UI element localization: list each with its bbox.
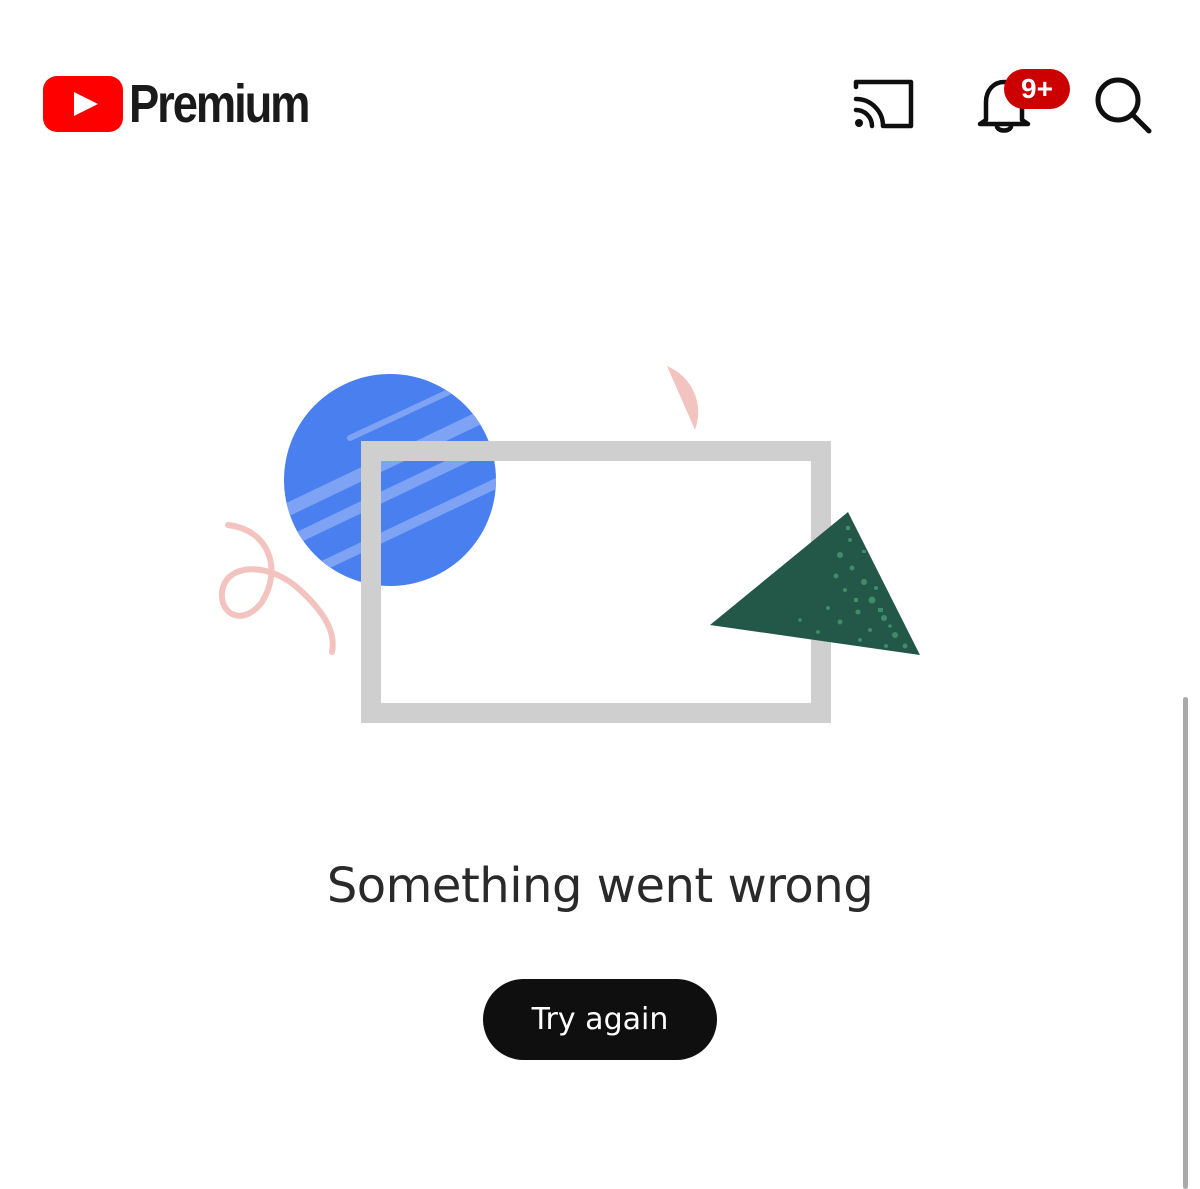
pink-semicircle-shape bbox=[667, 366, 699, 430]
logo-text: Premium bbox=[129, 74, 311, 134]
error-illustration bbox=[200, 350, 960, 750]
notifications-badge: 9+ bbox=[1004, 69, 1070, 109]
blue-circle-shape bbox=[284, 374, 496, 586]
top-app-bar: Premium 9+ bbox=[0, 0, 1200, 170]
cast-icon bbox=[853, 79, 914, 129]
search-icon bbox=[1095, 77, 1152, 134]
youtube-play-icon bbox=[43, 76, 123, 132]
notifications-button[interactable]: 9+ bbox=[968, 66, 1078, 138]
try-again-button[interactable]: Try again bbox=[483, 979, 717, 1060]
cast-button[interactable] bbox=[848, 74, 920, 134]
search-button[interactable] bbox=[1090, 72, 1156, 138]
error-message: Something went wrong bbox=[326, 858, 874, 914]
scrollbar[interactable] bbox=[1183, 697, 1188, 1189]
youtube-premium-logo[interactable]: Premium bbox=[43, 74, 343, 134]
